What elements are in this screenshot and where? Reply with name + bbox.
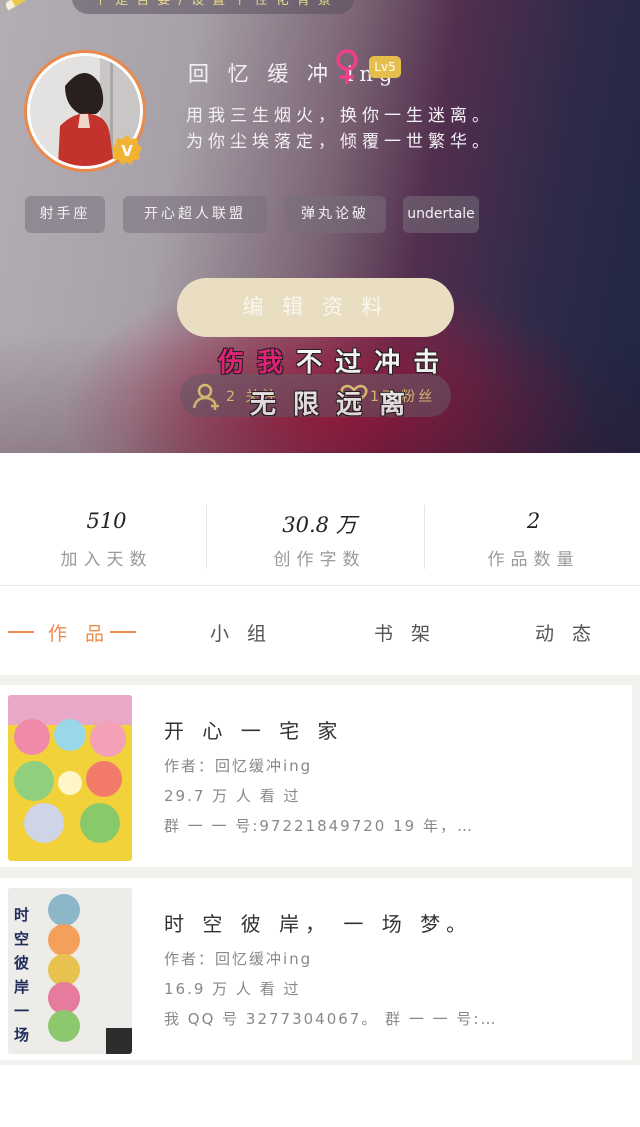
edit-profile-button[interactable]: 编 辑 资 料 [177, 278, 454, 337]
stat-label: 创作字数 [273, 550, 366, 570]
following-count[interactable]: 2 关注 [226, 386, 279, 406]
cover-title-char: 一 [14, 1002, 29, 1020]
overlay-white-text: 不 过 冲 击 [296, 348, 442, 378]
work-intro: 我 QQ 号 3277304067。 群 一 一 号:… [164, 1010, 498, 1028]
stat-label: 作品数量 [487, 550, 580, 570]
cover-title-char: 彼 [14, 954, 29, 972]
work-readers: 16.9 万 人 看 过 [164, 980, 301, 998]
decorative-overlay-text: 伤 我 不 过 冲 击 [218, 342, 441, 379]
level-badge: Lv5 [369, 56, 401, 78]
profile-header: 个 是 否 要 / 设 置 个 性 化 背 景 V 回 忆 缓 冲 ing Lv… [0, 0, 640, 453]
work-cover[interactable] [8, 695, 132, 861]
tab-groups[interactable]: 小 组 [210, 619, 272, 646]
tab-bookshelf[interactable]: 书 架 [374, 619, 436, 646]
female-gender-icon [336, 49, 358, 84]
profile-bio: 用我三生烟火，换你一生迷离。 为你尘埃落定，倾覆一世繁华。 [186, 103, 494, 155]
overlay-pink-text: 伤 我 [218, 348, 286, 378]
verified-v-icon: V [112, 135, 142, 165]
work-readers: 29.7 万 人 看 过 [164, 787, 301, 805]
cover-title-char: 时 [14, 906, 29, 924]
stat-label: 加入天数 [60, 550, 153, 570]
active-tab-indicator [110, 631, 136, 633]
stat-value: 2 [526, 509, 541, 533]
work-author: 作者：回忆缓冲ing [164, 757, 313, 775]
tag-sagittarius[interactable]: 射手座 [25, 196, 105, 233]
add-follow-icon [192, 383, 219, 410]
heart-icon [340, 384, 368, 408]
stat-value: 510 [86, 509, 127, 533]
work-author: 作者：回忆缓冲ing [164, 950, 313, 968]
work-title[interactable]: 时 空 彼 岸， 一 场 梦。 [164, 908, 472, 937]
background-setting-banner[interactable]: 个 是 否 要 / 设 置 个 性 化 背 景 [72, 0, 354, 14]
tag-undertale[interactable]: undertale [403, 196, 479, 233]
follow-stats-pill: 2 关注 17 粉丝 [180, 374, 451, 417]
username: 回 忆 缓 冲 ing [188, 62, 399, 86]
tag-danganronpa[interactable]: 弹丸论破 [284, 196, 386, 233]
profile-tabs: 作 品 小 组 书 架 动 态 [0, 587, 640, 675]
work-intro: 群 一 一 号:97221849720 19 年，… [164, 817, 474, 835]
tag-happy-heroes[interactable]: 开心超人联盟 [123, 196, 267, 233]
work-card[interactable]: 开 心 一 宅 家 作者：回忆缓冲ing 29.7 万 人 看 过 群 一 一 … [0, 685, 632, 867]
page-footer-space [0, 1065, 640, 1127]
active-tab-indicator [8, 631, 34, 633]
cover-title-char: 空 [14, 930, 29, 948]
decorative-overlay-text-2: 无 限 远 离 [250, 390, 410, 420]
cover-title-char: 岸 [14, 978, 29, 996]
stat-word-count: 30.8 万 创作字数 [213, 453, 426, 586]
bio-line: 用我三生烟火，换你一生迷离。 [186, 106, 494, 126]
work-card[interactable]: 时 空 彼 岸 一 场 时 空 彼 岸， 一 场 梦。 作者：回忆缓冲ing 1… [0, 878, 632, 1060]
cover-title-char: 场 [14, 1026, 29, 1044]
tab-works[interactable]: 作 品 [48, 619, 110, 646]
fans-count[interactable]: 17 粉丝 [370, 386, 435, 406]
cover-image: 时 空 彼 岸 一 场 [8, 888, 132, 1054]
cover-image [8, 695, 132, 861]
divider [206, 505, 207, 569]
tab-activity[interactable]: 动 态 [535, 619, 597, 646]
works-list: 开 心 一 宅 家 作者：回忆缓冲ing 29.7 万 人 看 过 群 一 一 … [0, 675, 640, 1065]
stat-value: 30.8 万 [282, 513, 357, 537]
bio-line: 为你尘埃落定，倾覆一世繁华。 [186, 132, 494, 152]
pencil-icon[interactable] [6, 0, 40, 12]
work-title[interactable]: 开 心 一 宅 家 [164, 715, 343, 744]
stat-works-count: 2 作品数量 [427, 453, 640, 586]
svg-text:V: V [121, 142, 133, 160]
profile-stats: 510 加入天数 30.8 万 创作字数 2 作品数量 [0, 453, 640, 586]
divider [424, 505, 425, 569]
work-cover[interactable]: 时 空 彼 岸 一 场 [8, 888, 132, 1054]
stat-join-days: 510 加入天数 [0, 453, 213, 586]
